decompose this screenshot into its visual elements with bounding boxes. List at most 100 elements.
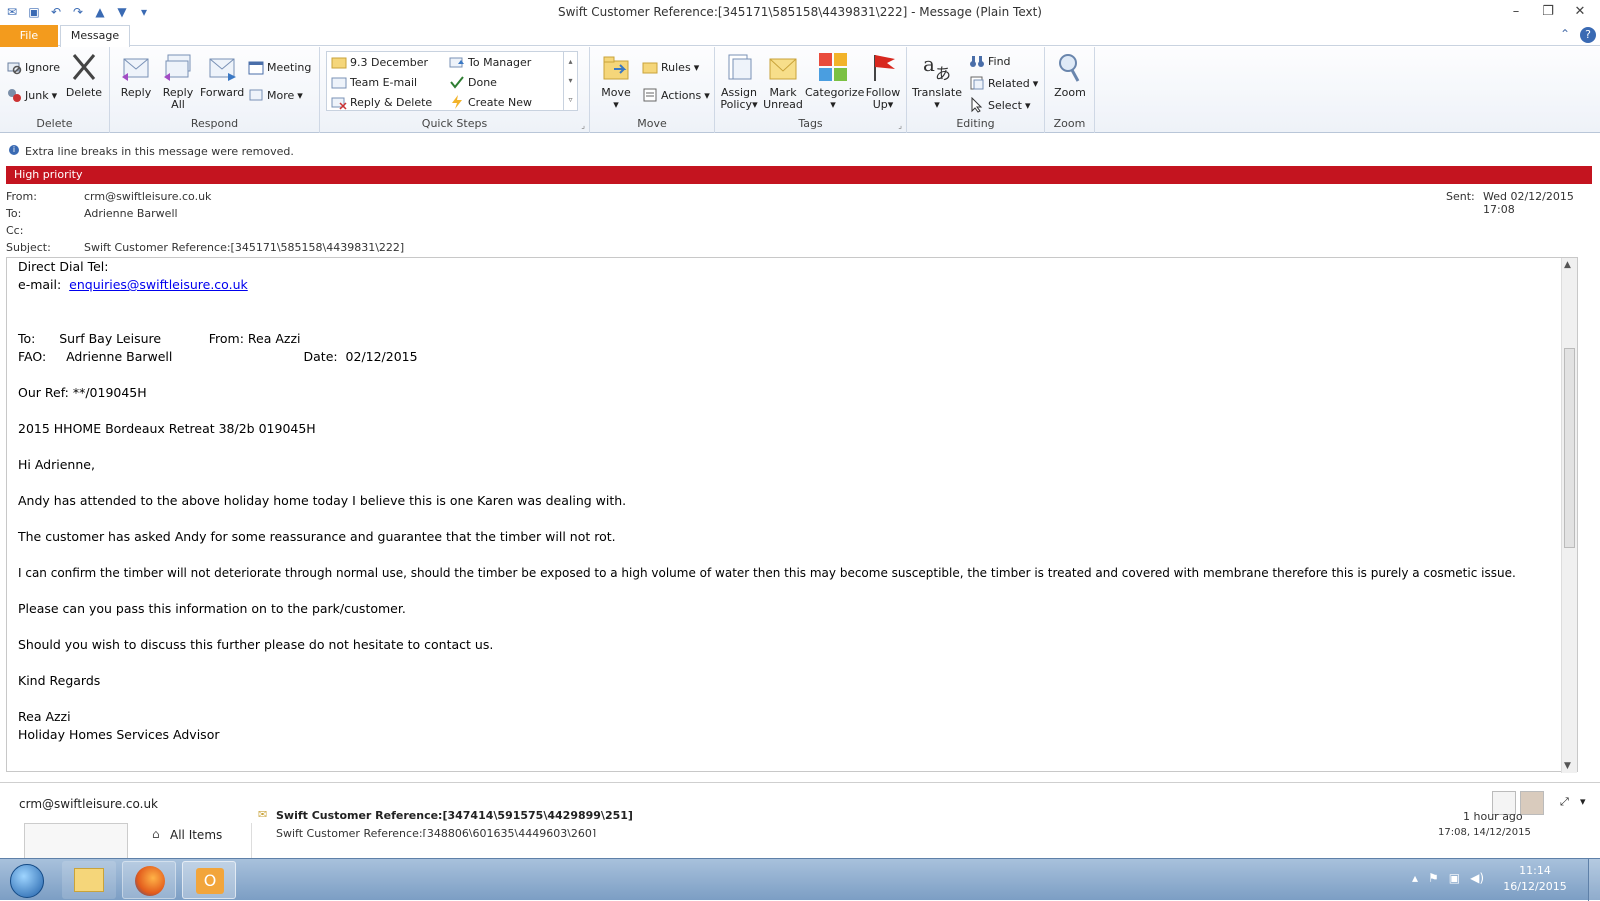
translate-button[interactable]: aあ Translate ▾ <box>909 51 965 111</box>
info-bar: i Extra line breaks in this message were… <box>0 142 1600 160</box>
volume-icon[interactable]: ◀) <box>1470 871 1484 885</box>
ignore-icon <box>7 62 22 75</box>
body-fao-line: FAO: Adrienne Barwell Date: 02/12/2015 <box>18 349 418 364</box>
to-value[interactable]: Adrienne Barwell <box>84 207 178 220</box>
quickstep-done[interactable]: Done <box>449 74 497 90</box>
quickstep-team-email[interactable]: Team E-mail <box>331 74 417 90</box>
scroll-down-icon[interactable]: ▼ <box>1564 761 1571 771</box>
scrollbar-thumb[interactable] <box>1564 348 1575 548</box>
quick-steps-group-label: Quick Steps <box>421 117 488 130</box>
junk-button[interactable]: Junk ▾ <box>6 87 57 103</box>
quick-steps-scroll[interactable]: ▴ ▾ ▿ <box>563 52 577 110</box>
show-hidden-icons[interactable]: ▴ <box>1412 871 1418 885</box>
forward-button[interactable]: Forward <box>200 51 244 99</box>
contact-photo[interactable] <box>1520 791 1544 815</box>
chevron-down-icon: ▾ <box>704 88 710 102</box>
chevron-down-icon[interactable]: ▾ <box>1580 795 1586 808</box>
tab-file[interactable]: File <box>0 25 58 47</box>
message-body[interactable]: Direct Dial Tel: e-mail: enquiries@swift… <box>6 257 1578 773</box>
people-contact-name[interactable]: crm@swiftleisure.co.uk <box>19 797 158 811</box>
people-item-time: 1 hour ago <box>1463 810 1523 823</box>
close-button[interactable]: ✕ <box>1564 2 1596 22</box>
signature-title: Holiday Homes Services Advisor <box>18 727 220 742</box>
message-body-text[interactable]: Direct Dial Tel: e-mail: enquiries@swift… <box>18 258 1516 744</box>
meeting-button[interactable]: Meeting <box>248 59 311 75</box>
tags-group: Assign Policy▾ Mark Unread Categorize ▾ Fol… <box>715 47 907 133</box>
scroll-up-icon[interactable]: ▲ <box>1564 260 1571 270</box>
body-scrollbar[interactable]: ▲ ▼ <box>1561 258 1577 773</box>
dialog-launcher-icon[interactable]: ⌟ <box>898 121 902 130</box>
cc-label: Cc: <box>6 224 24 237</box>
folder-move-icon <box>331 57 347 69</box>
expand-icon[interactable]: ⤢ <box>1560 795 1569 809</box>
zoom-button[interactable]: Zoom <box>1049 51 1091 99</box>
people-item-subject[interactable]: Swift Customer Reference:[347414\591575\… <box>276 809 633 822</box>
clock[interactable]: 11:14 16/12/2015 <box>1500 863 1570 895</box>
team-email-icon <box>331 77 347 89</box>
tab-message[interactable]: Message <box>60 25 130 47</box>
respond-group: Reply Reply All Forward Meeting More ▾ Res… <box>110 47 320 133</box>
more-respond-button[interactable]: More ▾ <box>248 87 303 103</box>
chevron-down-icon: ▾ <box>887 98 894 111</box>
body-paragraph: The customer has asked Andy for some rea… <box>18 529 616 544</box>
outlook-taskbar-button[interactable]: O <box>182 861 236 899</box>
all-items-tab[interactable]: All Items <box>170 828 222 842</box>
forward-icon <box>209 58 236 81</box>
firefox-icon <box>135 866 165 896</box>
editing-group-label: Editing <box>956 117 995 130</box>
explorer-taskbar-button[interactable] <box>62 861 116 899</box>
restore-button[interactable]: ❐ <box>1532 2 1564 22</box>
body-paragraph: I can confirm the timber will not deteri… <box>18 566 1516 580</box>
chevron-down-icon: ▾ <box>51 88 58 102</box>
related-button[interactable]: Related ▾ <box>969 75 1038 91</box>
from-label: From: <box>6 190 37 203</box>
actions-button[interactable]: Actions ▾ <box>642 87 710 103</box>
quickstep-reply-delete[interactable]: Reply & Delete <box>331 94 432 110</box>
help-icon[interactable]: ? <box>1580 27 1596 43</box>
body-direct-dial: Direct Dial Tel: <box>18 259 109 274</box>
reply-all-icon <box>164 54 191 81</box>
reply-all-button[interactable]: Reply All <box>158 51 198 111</box>
assign-policy-icon <box>728 54 752 80</box>
people-item-time: 17:08, 14/12/2015 <box>1438 827 1531 837</box>
body-paragraph: Andy has attended to the above holiday h… <box>18 493 627 508</box>
quickstep-create-new[interactable]: Create New <box>449 94 532 110</box>
ribbon-tabs: File Message ⌃ ? <box>0 24 1600 47</box>
quickstep-to-manager[interactable]: To Manager <box>449 54 531 70</box>
follow-up-button[interactable]: Follow Up▾ <box>863 51 903 111</box>
minimize-button[interactable]: – <box>1500 2 1532 22</box>
from-value[interactable]: crm@swiftleisure.co.uk <box>84 190 211 203</box>
action-center-flag-icon[interactable]: ⚑ <box>1428 871 1439 885</box>
assign-policy-button[interactable]: Assign Policy▾ <box>717 51 761 111</box>
minimize-ribbon-icon[interactable]: ⌃ <box>1560 27 1570 43</box>
lightning-icon <box>452 95 462 109</box>
mark-unread-button[interactable]: Mark Unread <box>763 51 803 111</box>
chevron-down-icon: ▾ <box>1032 76 1039 90</box>
windows-logo-icon <box>10 864 44 898</box>
start-button[interactable] <box>2 861 52 899</box>
body-closing: Kind Regards <box>18 673 101 688</box>
body-to-line: To: Surf Bay Leisure From: Rea Azzi <box>18 331 301 346</box>
network-icon[interactable]: ▣ <box>1449 871 1460 885</box>
dialog-launcher-icon[interactable]: ⌟ <box>581 121 585 130</box>
body-greeting: Hi Adrienne, <box>18 457 95 472</box>
move-button[interactable]: Move ▾ <box>596 51 636 111</box>
chevron-down-icon: ▾ <box>297 88 303 102</box>
show-desktop-button[interactable] <box>1588 859 1600 901</box>
email-link[interactable]: enquiries@swiftleisure.co.uk <box>69 277 248 292</box>
more-icon <box>249 89 263 101</box>
magnifier-icon <box>1059 54 1080 82</box>
ignore-button[interactable]: Ignore <box>6 59 60 75</box>
quick-steps-gallery: 9.3 December Team E-mail Reply & Delete … <box>326 51 578 111</box>
find-button[interactable]: Find <box>969 53 1011 69</box>
rules-button[interactable]: Rules ▾ <box>642 59 699 75</box>
title-bar: ✉ ▣ ↶ ↷ ▲ ▼ ▾ Swift Customer Reference:[… <box>0 0 1600 24</box>
chevron-down-icon: ▾ <box>830 98 836 111</box>
delete-button[interactable]: Delete <box>64 51 104 99</box>
categorize-button[interactable]: Categorize ▾ <box>805 51 864 111</box>
reply-button[interactable]: Reply <box>116 51 156 99</box>
select-button[interactable]: Select ▾ <box>969 97 1030 113</box>
quickstep-9-3-december[interactable]: 9.3 December <box>331 54 428 70</box>
people-item-subject[interactable]: Swift Customer Reference:[348806\601635\… <box>276 827 596 837</box>
firefox-taskbar-button[interactable] <box>122 861 176 899</box>
